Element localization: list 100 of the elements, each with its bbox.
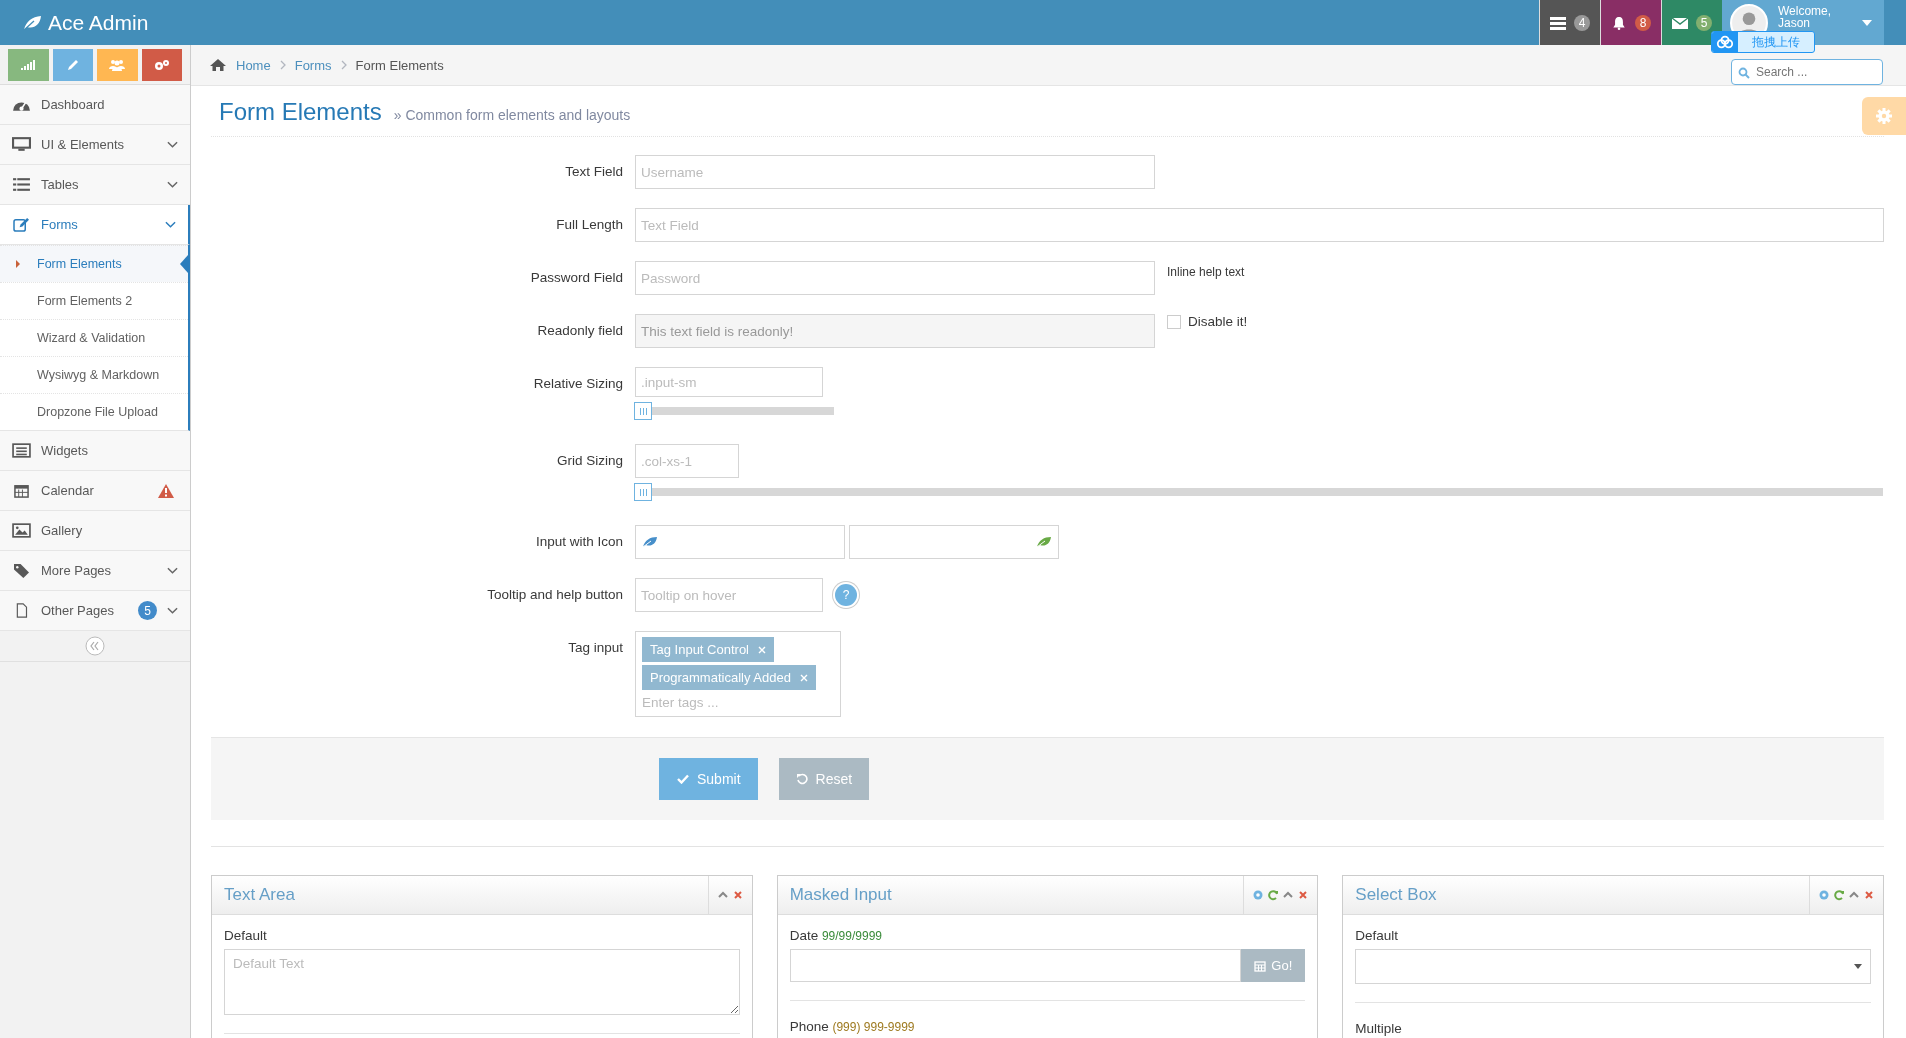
widget-title: Text Area [224,885,295,905]
signal-icon [21,60,36,70]
readonly-field[interactable]: This text field is readonly! [635,314,1155,348]
help-button[interactable]: ? [835,584,857,606]
brand-name[interactable]: Ace Admin [48,10,149,35]
sidebar-item[interactable]: Tables [0,165,190,205]
remove-icon[interactable] [799,673,808,682]
submenu-item[interactable]: Wizard & Validation [0,319,188,356]
undo-icon [795,773,808,785]
upload-toast[interactable]: 拖拽上传 [1711,31,1815,53]
gear-icon [1876,108,1892,124]
close-icon[interactable] [1863,889,1875,901]
sidebar-item[interactable]: Dashboard [0,85,190,125]
chevron-right-icon [279,60,286,70]
sidebar-item[interactable]: Forms [0,205,190,245]
field-label: Tooltip and help button [486,586,623,604]
refresh-icon[interactable] [1833,889,1845,901]
input-field[interactable]: .col-xs-1 [635,444,739,478]
slider-handle[interactable] [634,483,652,501]
submenu-item[interactable]: Form Elements [0,245,188,282]
count-badge: 8 [1634,14,1652,31]
window-list-icon [12,443,31,458]
page-title: Form Elements [219,98,382,126]
edit-icon [12,217,31,232]
sidebar-item[interactable]: Calendar [0,471,190,511]
input-field[interactable]: Text Field [635,208,1884,242]
field-label: Default [224,928,268,943]
sidebar-item[interactable]: UI & Elements [0,125,190,165]
field-label: Tag input [567,639,623,657]
page-subtitle: » Common form elements and layouts [393,107,631,123]
home-icon [209,58,227,72]
field-label: Default [1355,928,1400,943]
tag-icon [12,563,31,578]
field-label: Phone (999) 999-9999 [789,1019,916,1034]
settings-icon[interactable] [1818,889,1830,901]
field-label: Date 99/99/9999 [789,928,883,943]
breadcrumb-link[interactable]: Forms [294,57,332,73]
sidebar-item[interactable]: More Pages [0,551,190,591]
refresh-icon[interactable] [1267,889,1280,901]
users-icon [109,59,126,71]
welcome-text: Welcome, [1778,4,1832,17]
submenu-item[interactable]: Form Elements 2 [0,282,188,319]
navbar-button[interactable]: 4 [1539,0,1600,45]
input-field[interactable]: .input-sm [635,367,823,397]
text-area[interactable]: Default Text [224,949,740,1015]
password-field[interactable]: Password [635,261,1155,295]
tag-placeholder: Enter tags ... [642,694,719,712]
field-label: Text Field [564,163,623,181]
shortcut-button[interactable] [97,49,138,81]
settings-button[interactable] [1862,97,1906,135]
breadcrumb-current: Form Elements [355,57,444,73]
sidebar-item[interactable]: Other Pages 5 [0,591,190,631]
input-field[interactable] [635,525,845,559]
settings-icon[interactable] [1252,889,1265,901]
count-badge: 4 [1573,14,1591,31]
field-label: Password Field [529,269,623,287]
submenu-item[interactable]: Wysiwyg & Markdown [0,356,188,393]
field-label: Relative Sizing [532,375,623,393]
cloud-icon [1716,35,1734,49]
select-box[interactable] [1355,949,1871,984]
tag: Tag Input Control [642,637,774,662]
sidebar-item[interactable]: Gallery [0,511,190,551]
breadcrumb-link[interactable]: Home [236,57,271,73]
checkbox-label: Disable it! [1188,314,1248,329]
navbar-button[interactable]: 5 [1661,0,1722,45]
picture-icon [12,523,31,538]
field-label: Full Length [555,216,623,234]
calendar-icon [1254,959,1267,972]
input-field[interactable]: Tooltip on hover [635,578,823,612]
submenu-item[interactable]: Dropzone File Upload [0,393,188,430]
chevron-right-icon [340,60,347,70]
count-badge: 5 [1695,14,1713,31]
checkbox[interactable] [1167,314,1181,329]
slider-handle[interactable] [634,402,652,420]
shortcut-button[interactable] [52,49,93,81]
input-field[interactable]: Username [635,155,1155,189]
field-label: Readonly field [536,322,623,340]
widget-title: Masked Input [789,885,892,905]
caret-icon [1862,19,1872,26]
pencil-icon [66,59,79,71]
sidebar-item[interactable]: Widgets [0,431,190,471]
close-icon[interactable] [731,889,744,901]
leaf-icon [1036,536,1052,548]
submit-button[interactable]: Submit [659,758,758,800]
field-label: Input with Icon [534,533,623,551]
collapse-icon[interactable] [85,636,105,656]
input-field[interactable] [849,525,1059,559]
widget-title: Select Box [1355,885,1437,905]
tag: Programmatically Added [642,665,816,690]
shortcut-button[interactable] [8,49,49,81]
caret-icon [1854,964,1862,969]
close-icon[interactable] [1297,889,1310,901]
remove-icon[interactable] [758,645,766,654]
check-icon [677,774,689,784]
navbar-button[interactable]: 8 [1600,0,1661,45]
search-field[interactable]: Search ... [1731,59,1883,85]
shortcut-button[interactable] [141,49,182,81]
envelope-icon [1671,15,1688,30]
date-field[interactable] [789,949,1242,982]
cogs-icon [153,59,170,71]
